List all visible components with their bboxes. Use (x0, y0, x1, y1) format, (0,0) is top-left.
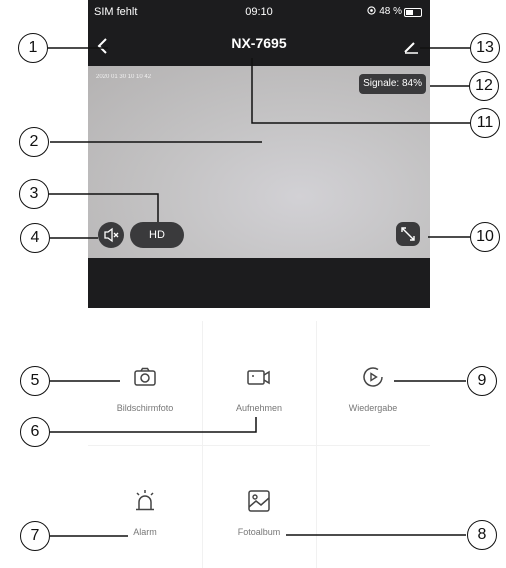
action-screenshot[interactable]: Bildschirmfoto (88, 321, 202, 445)
action-alarm[interactable]: Alarm (88, 445, 202, 568)
callout-badge: 12 (469, 71, 499, 101)
phone-screen: SIM fehlt 09:10 48 % NX-7695 2020 01 30 … (88, 0, 430, 568)
action-label: Wiedergabe (348, 403, 398, 413)
action-record[interactable]: Aufnehmen (202, 321, 316, 445)
callout-badge: 5 (20, 366, 50, 396)
photo-album-icon (248, 490, 270, 512)
fullscreen-icon (401, 227, 415, 241)
battery-fill (406, 10, 413, 15)
battery-percent: 48 % (367, 6, 402, 17)
callout-badge: 4 (20, 223, 50, 253)
callout-badge: 8 (467, 520, 497, 550)
fullscreen-button[interactable] (396, 222, 420, 246)
action-photo-album[interactable]: Fotoalbum (202, 445, 316, 568)
playback-icon (363, 367, 383, 387)
edit-icon (404, 42, 418, 54)
signal-strength: Signale: 84% (359, 74, 426, 94)
callout-badge: 7 (20, 521, 50, 551)
battery-icon (404, 8, 422, 17)
alarm-icon (136, 490, 154, 511)
camera-timestamp: 2020 01 30 10 10 42 (96, 74, 152, 80)
callout-badge: 6 (20, 417, 50, 447)
callout-badge: 2 (19, 127, 49, 157)
action-label: Bildschirmfoto (116, 403, 174, 413)
video-bottom-band (88, 258, 430, 308)
callout-badge: 11 (470, 108, 500, 138)
callout-badge: 1 (18, 33, 48, 63)
action-playback[interactable]: Wiedergabe (316, 321, 430, 445)
location-icon (367, 6, 377, 15)
battery-text: 48 % (379, 6, 402, 17)
callout-badge: 3 (19, 179, 49, 209)
video-record-icon (247, 370, 270, 385)
live-video-view[interactable]: 2020 01 30 10 10 42 Signale: 84% HD (88, 66, 430, 258)
edit-button[interactable] (400, 35, 422, 57)
callout-badge: 10 (470, 222, 500, 252)
action-label: Fotoalbum (237, 527, 281, 537)
top-bar: SIM fehlt 09:10 48 % NX-7695 (88, 0, 430, 66)
action-label: Alarm (133, 527, 157, 537)
mute-button[interactable] (98, 222, 124, 248)
speaker-mute-icon (104, 227, 119, 243)
camera-icon (134, 367, 156, 386)
quality-hd-button[interactable]: HD (130, 222, 184, 248)
callout-badge: 9 (467, 366, 497, 396)
device-title: NX-7695 (231, 35, 287, 51)
action-grid: Bildschirmfoto Aufnehmen Wiedergabe Alar… (88, 321, 430, 568)
action-label: Aufnehmen (235, 403, 283, 413)
callout-badge: 13 (470, 33, 500, 63)
